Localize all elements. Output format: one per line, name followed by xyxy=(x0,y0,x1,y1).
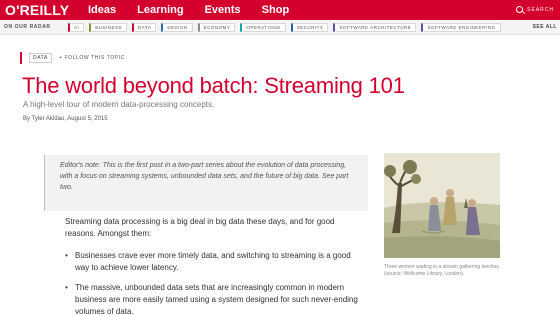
nav-learning[interactable]: Learning xyxy=(137,4,183,16)
topic-tag-row: DATA + FOLLOW THIS TOPIC xyxy=(20,52,125,64)
bullet-item: The massive, unbounded data sets that ar… xyxy=(65,282,365,315)
oreilly-logo[interactable]: O'REILLY xyxy=(5,2,69,18)
nav-ideas[interactable]: Ideas xyxy=(88,4,116,16)
topic-security[interactable]: SECURITY xyxy=(290,23,329,32)
intro-paragraph: Streaming data processing is a big deal … xyxy=(65,217,335,238)
editors-note: Editor's note: This is the first post in… xyxy=(44,155,368,211)
see-all-link[interactable]: SEE ALL xyxy=(533,24,557,30)
follow-topic-button[interactable]: + FOLLOW THIS TOPIC xyxy=(59,55,125,61)
topic-ai[interactable]: AI xyxy=(68,23,85,32)
nav-shop[interactable]: Shop xyxy=(262,4,290,16)
bullet-list: Businesses crave ever more timely data, … xyxy=(65,250,365,315)
topic-design[interactable]: DESIGN xyxy=(161,23,193,32)
article-title: The world beyond batch: Streaming 101 xyxy=(22,73,405,98)
search-label: SEARCH xyxy=(527,6,554,13)
leech-gatherers-illustration xyxy=(384,153,500,258)
topic-software-architecture[interactable]: SOFTWARE ARCHITECTURE xyxy=(333,23,417,32)
top-nav-bar: O'REILLY Ideas Learning Events Shop SEAR… xyxy=(0,0,560,20)
radar-bar: ON OUR RADAR AI BUSINESS DATA DESIGN ECO… xyxy=(0,20,560,35)
article-body: Streaming data processing is a big deal … xyxy=(65,216,365,315)
topic-operations[interactable]: OPERATIONS xyxy=(240,23,286,32)
radar-label: ON OUR RADAR xyxy=(4,24,51,30)
topic-data[interactable]: DATA xyxy=(132,23,157,32)
article-subtitle: A high-level tour of modern data-process… xyxy=(23,100,215,109)
search-button[interactable]: SEARCH xyxy=(516,6,554,13)
nav-events[interactable]: Events xyxy=(205,4,241,16)
data-tag[interactable]: DATA xyxy=(29,53,52,63)
article-figure-image xyxy=(384,153,500,258)
topic-economy[interactable]: ECONOMY xyxy=(197,23,236,32)
bullet-item: Businesses crave ever more timely data, … xyxy=(65,250,365,274)
search-icon xyxy=(516,6,524,13)
tag-accent-bar xyxy=(20,52,22,64)
topic-software-engineering[interactable]: SOFTWARE ENGINEERING xyxy=(421,23,501,32)
radar-topics: AI BUSINESS DATA DESIGN ECONOMY OPERATIO… xyxy=(68,23,501,32)
main-nav: Ideas Learning Events Shop xyxy=(88,4,289,16)
figure-caption: Three women wading in a stream gathering… xyxy=(384,264,499,277)
article-byline: By Tyler Akidau, August 5, 2015 xyxy=(23,116,108,122)
topic-business[interactable]: BUSINESS xyxy=(89,23,128,32)
